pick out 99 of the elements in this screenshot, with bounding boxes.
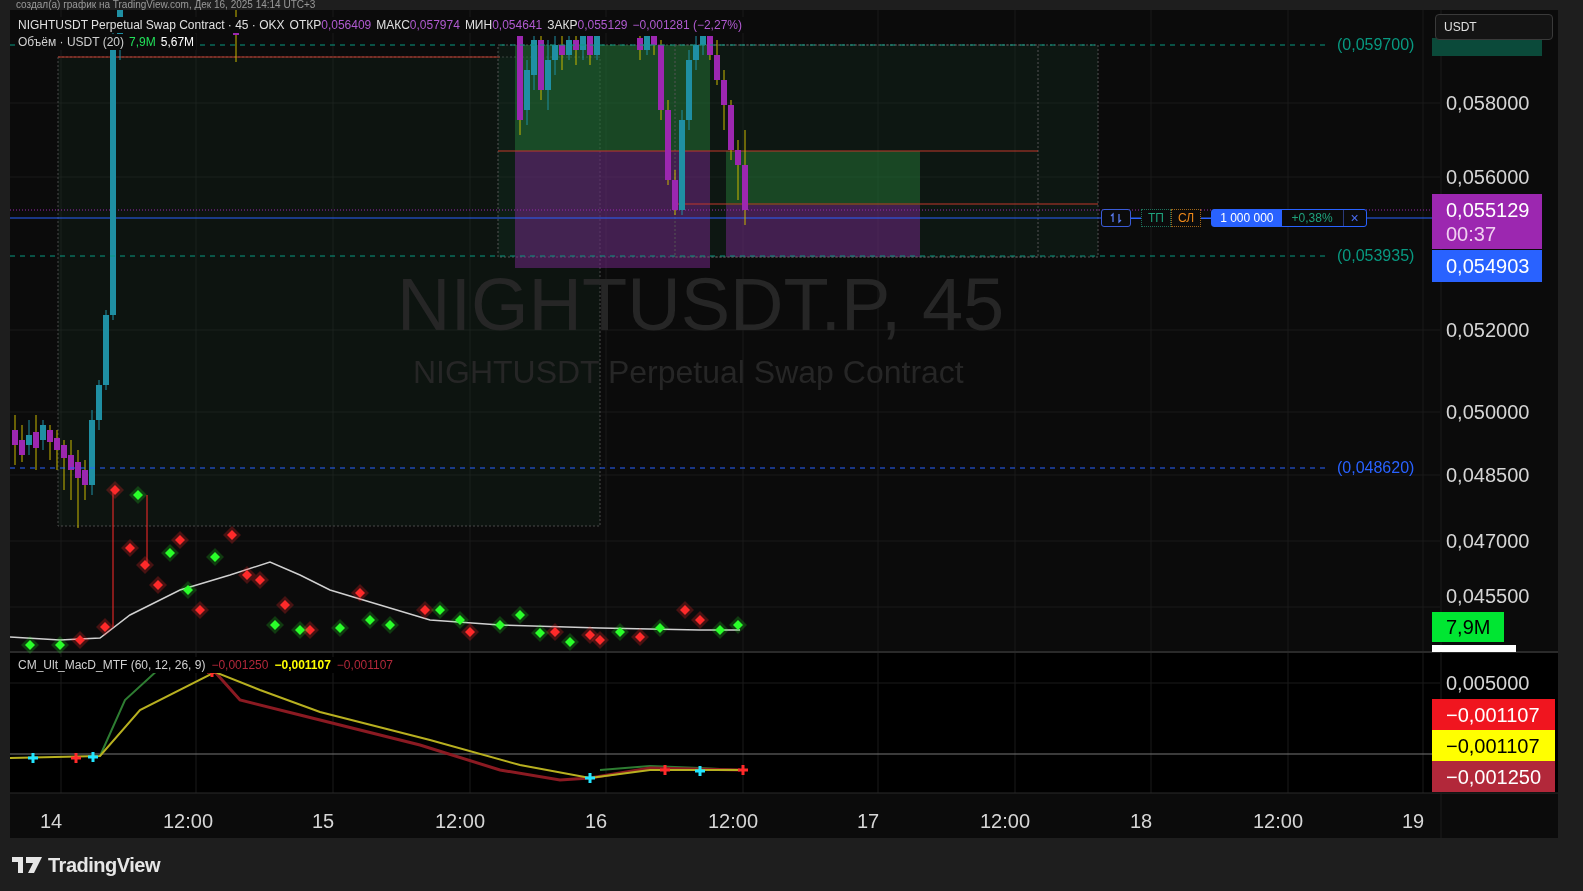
signal-marker	[561, 633, 579, 651]
price-level-label: (0,053935)	[1337, 246, 1415, 266]
signal-marker	[491, 616, 509, 634]
signal-marker	[51, 636, 69, 654]
time-axis-label: 12:00	[707, 809, 759, 833]
price-axis-label: 0,045500	[1446, 584, 1530, 608]
ohlc-value: 0,055129	[577, 17, 628, 33]
signal-marker	[291, 621, 309, 639]
signal-marker	[266, 616, 284, 634]
indicator-label: −0,001107	[1432, 699, 1555, 730]
signal-marker	[276, 596, 294, 614]
signal-marker	[71, 631, 89, 649]
price-axis-label: 0,056000	[1446, 165, 1530, 189]
signal-marker	[711, 621, 729, 639]
price-level-label: (0,059700)	[1337, 35, 1415, 55]
pnl-label: +0,38%	[1281, 210, 1344, 226]
signal-marker	[191, 601, 209, 619]
signal-marker	[546, 623, 564, 641]
volume-value: 5,67M	[160, 34, 195, 50]
price-text: 0,055129	[1446, 197, 1528, 222]
signal-marker	[149, 576, 167, 594]
price-change: −0,001281 (−2,27%)	[632, 17, 742, 33]
price-axis-label: 0,047000	[1446, 529, 1530, 553]
indicator-value: −0,001107	[336, 657, 394, 673]
countdown-text: 00:37	[1446, 221, 1498, 246]
volume-value: 7,9M	[129, 34, 156, 50]
time-axis-label: 14	[39, 809, 63, 833]
ohlc-label: ЗАКР	[547, 17, 578, 33]
price-text: 0,054903	[1446, 254, 1528, 278]
time-axis-label: 19	[1401, 809, 1425, 833]
signal-marker	[729, 616, 747, 634]
signal-marker	[361, 611, 379, 629]
time-axis-label: 12:00	[162, 809, 214, 833]
signal-marker	[106, 481, 124, 499]
signal-marker	[381, 616, 399, 634]
indicator-label: −0,001107	[1432, 730, 1555, 761]
signal-marker	[129, 486, 147, 504]
signal-marker	[96, 618, 114, 636]
signal-marker	[591, 631, 609, 649]
price-axis-label: 0,052000	[1446, 318, 1530, 342]
brand-name: TradingView	[48, 852, 160, 878]
signal-marker	[651, 619, 669, 637]
share-caption: создал(а) график на TradingView.com, Дек 16, 2025 14:14 UTC+3	[16, 0, 316, 10]
ohlc-label: ОТКР	[289, 17, 322, 33]
ohlc-label: МИН	[464, 17, 493, 33]
time-axis-label: 12:00	[434, 809, 486, 833]
signal-marker	[206, 548, 224, 566]
time-axis-label: 12:00	[979, 809, 1031, 833]
signal-marker	[251, 571, 269, 589]
time-axis-label: 15	[311, 809, 335, 833]
ohlc-label: МАКС	[376, 17, 410, 33]
price-axis-label: 0,048500	[1446, 463, 1530, 487]
price-axis-label: 0,050000	[1446, 400, 1530, 424]
time-axis-label: 16	[584, 809, 608, 833]
ohlc-value: 0,056409	[321, 17, 372, 33]
signal-marker	[531, 624, 549, 642]
signal-marker	[416, 601, 434, 619]
arrows-icon	[1110, 212, 1122, 224]
signal-marker	[331, 619, 349, 637]
ohlc-value: 0,057974	[409, 17, 460, 33]
signal-marker	[581, 626, 599, 644]
symbol-title: NIGHTUSDT Perpetual Swap Contract · 45 · OKX	[18, 17, 285, 33]
price-level-label: (0,048620)	[1337, 458, 1415, 478]
ohlc-value: 0,054641	[492, 17, 543, 33]
signal-marker	[631, 628, 649, 646]
signal-marker	[179, 581, 197, 599]
logo-icon	[12, 856, 42, 873]
volume-title: Объём · USDT (20)	[18, 34, 125, 50]
price-axis-label: 0,058000	[1446, 91, 1530, 115]
currency-button[interactable]: USDT	[1435, 14, 1553, 40]
signal-marker	[161, 544, 179, 562]
price-axis-label: 0,005000	[1446, 671, 1530, 695]
signal-marker	[121, 539, 139, 557]
stop-loss-button[interactable]: СЛ	[1170, 209, 1202, 227]
signal-marker	[136, 556, 154, 574]
indicator-value: −0,001107	[274, 657, 331, 673]
signal-marker	[676, 601, 694, 619]
indicator-label: −0,001250	[1432, 761, 1555, 792]
take-profit-button[interactable]: ТП	[1141, 209, 1171, 227]
signal-marker	[21, 636, 39, 654]
indicator-value: −0,001250	[211, 657, 269, 673]
signal-marker	[171, 531, 189, 549]
signal-marker	[351, 584, 369, 602]
signal-marker	[223, 526, 241, 544]
time-axis-label: 12:00	[1252, 809, 1304, 833]
price-text: 7,9M	[1446, 615, 1490, 639]
signal-marker	[691, 611, 709, 629]
signal-marker	[451, 611, 469, 629]
signal-marker	[238, 566, 256, 584]
signal-marker	[511, 606, 529, 624]
time-axis-label: 17	[856, 809, 880, 833]
indicator-title: CM_Ult_MacD_MTF (60, 12, 26, 9)	[18, 657, 206, 673]
close-button[interactable]: ×	[1343, 210, 1366, 226]
quantity-label: 1 000 000	[1212, 210, 1282, 226]
signal-marker	[461, 623, 479, 641]
signal-marker	[431, 601, 449, 619]
time-axis-label: 18	[1129, 809, 1153, 833]
signal-marker	[611, 623, 629, 641]
reverse-button[interactable]	[1101, 209, 1131, 227]
